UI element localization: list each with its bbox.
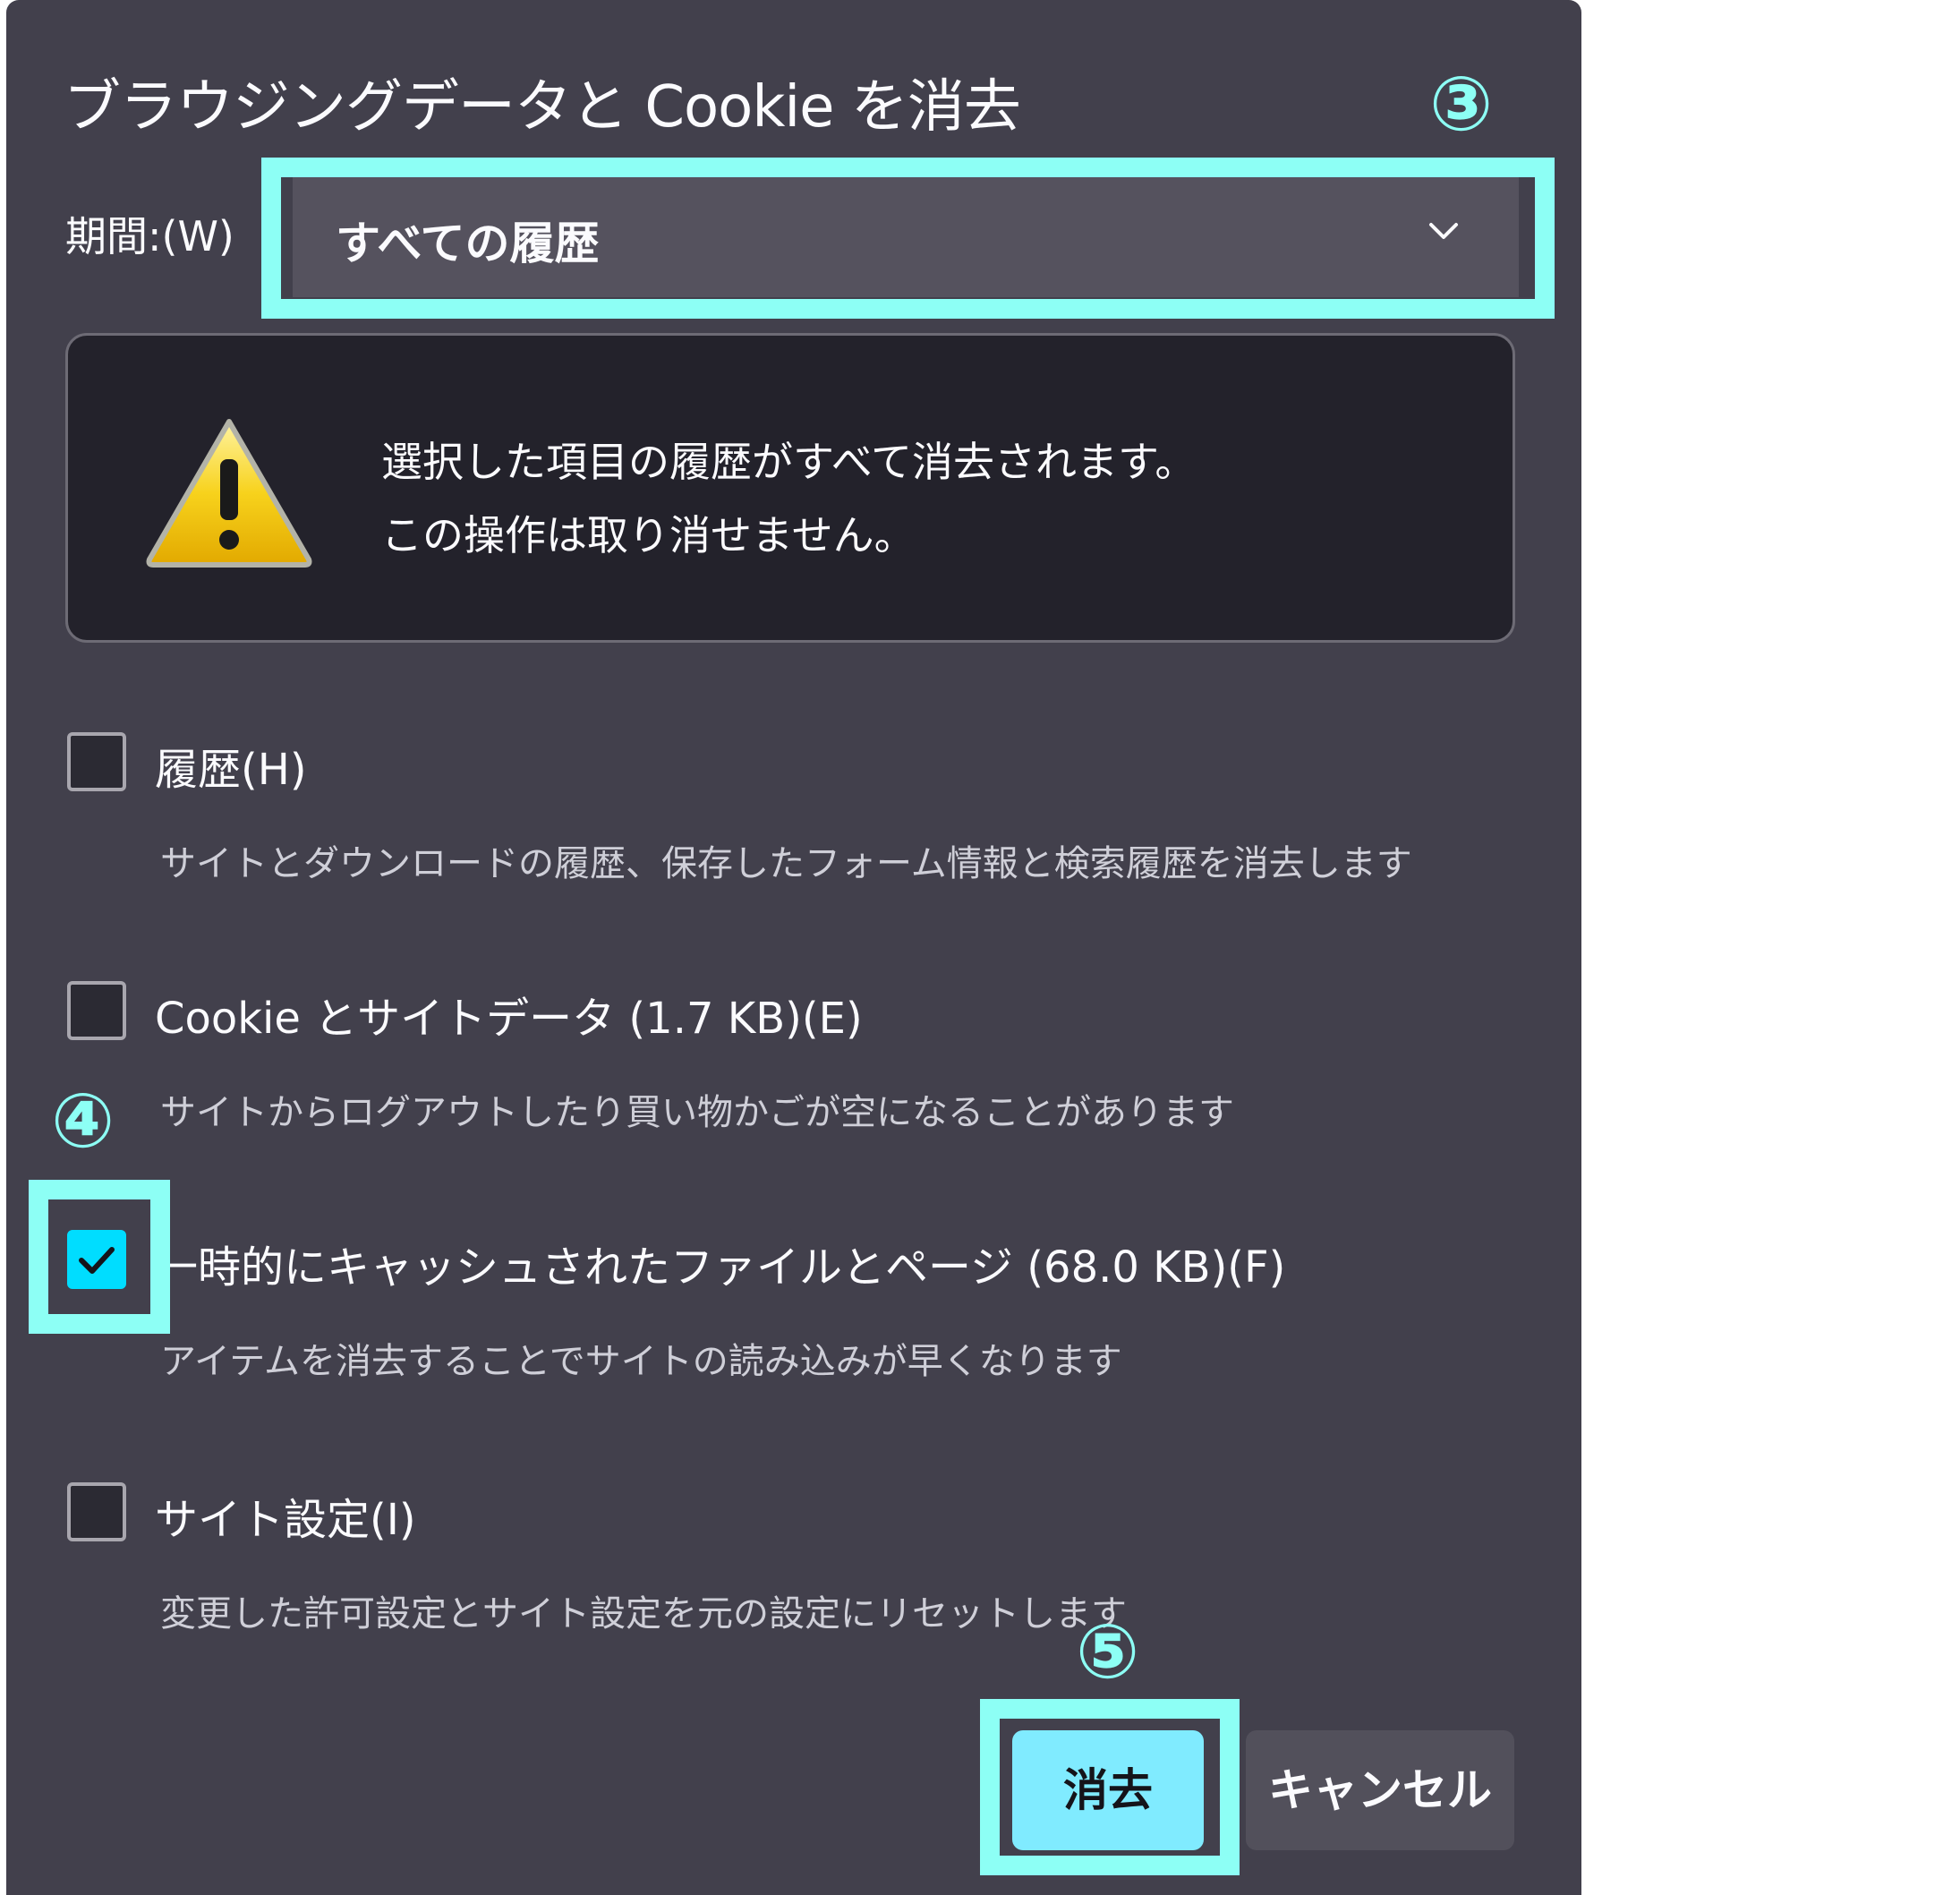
cookies-checkbox[interactable] [67, 981, 126, 1040]
site-settings-description: 変更した許可設定とサイト設定を元の設定にリセットします [160, 1593, 1127, 1635]
site-settings-label[interactable]: サイト設定(I) [155, 1484, 416, 1547]
warning-box: 選択した項目の履歴がすべて消去されます。 この操作は取り消せません。 [65, 333, 1515, 643]
period-label: 期間:(W) [65, 212, 234, 260]
warning-line-2: この操作は取り消せません。 [381, 511, 916, 559]
warning-icon [146, 419, 312, 568]
cookies-description: サイトからログアウトしたり買い物かごが空になることがあります [160, 1092, 1234, 1133]
highlight-cache-checkbox [29, 1180, 170, 1334]
annotation-step-4: ④ [51, 1077, 115, 1165]
warning-line-1: 選択した項目の履歴がすべて消去されます。 [381, 438, 1197, 486]
history-checkbox[interactable] [67, 732, 126, 791]
site-settings-checkbox[interactable] [67, 1482, 126, 1541]
history-description: サイトとダウンロードの履歴、保存したフォーム情報と検索履歴を消去します [160, 843, 1412, 884]
cancel-button[interactable]: キャンセル [1246, 1730, 1514, 1850]
cache-label[interactable]: 一時的にキャッシュされたファイルとページ (68.0 KB)(F) [155, 1232, 1285, 1294]
cache-description: アイテムを消去することでサイトの読み込みが早くなります [160, 1341, 1122, 1382]
warning-text: 選択した項目の履歴がすべて消去されます。 この操作は取り消せません。 [381, 425, 1196, 572]
history-label[interactable]: 履歴(H) [155, 734, 307, 797]
cookies-label[interactable]: Cookie とサイトデータ (1.7 KB)(E) [155, 983, 863, 1046]
annotation-step-3: ③ [1429, 60, 1494, 148]
dialog-title: ブラウジングデータと Cookie を消去 [64, 74, 1021, 141]
clear-data-dialog: ブラウジングデータと Cookie を消去 期間:(W) すべての履歴 選択した… [6, 0, 1581, 1895]
highlight-clear-button [980, 1699, 1240, 1875]
highlight-period-select [261, 158, 1555, 319]
annotation-step-5: ⑤ [1076, 1608, 1140, 1695]
